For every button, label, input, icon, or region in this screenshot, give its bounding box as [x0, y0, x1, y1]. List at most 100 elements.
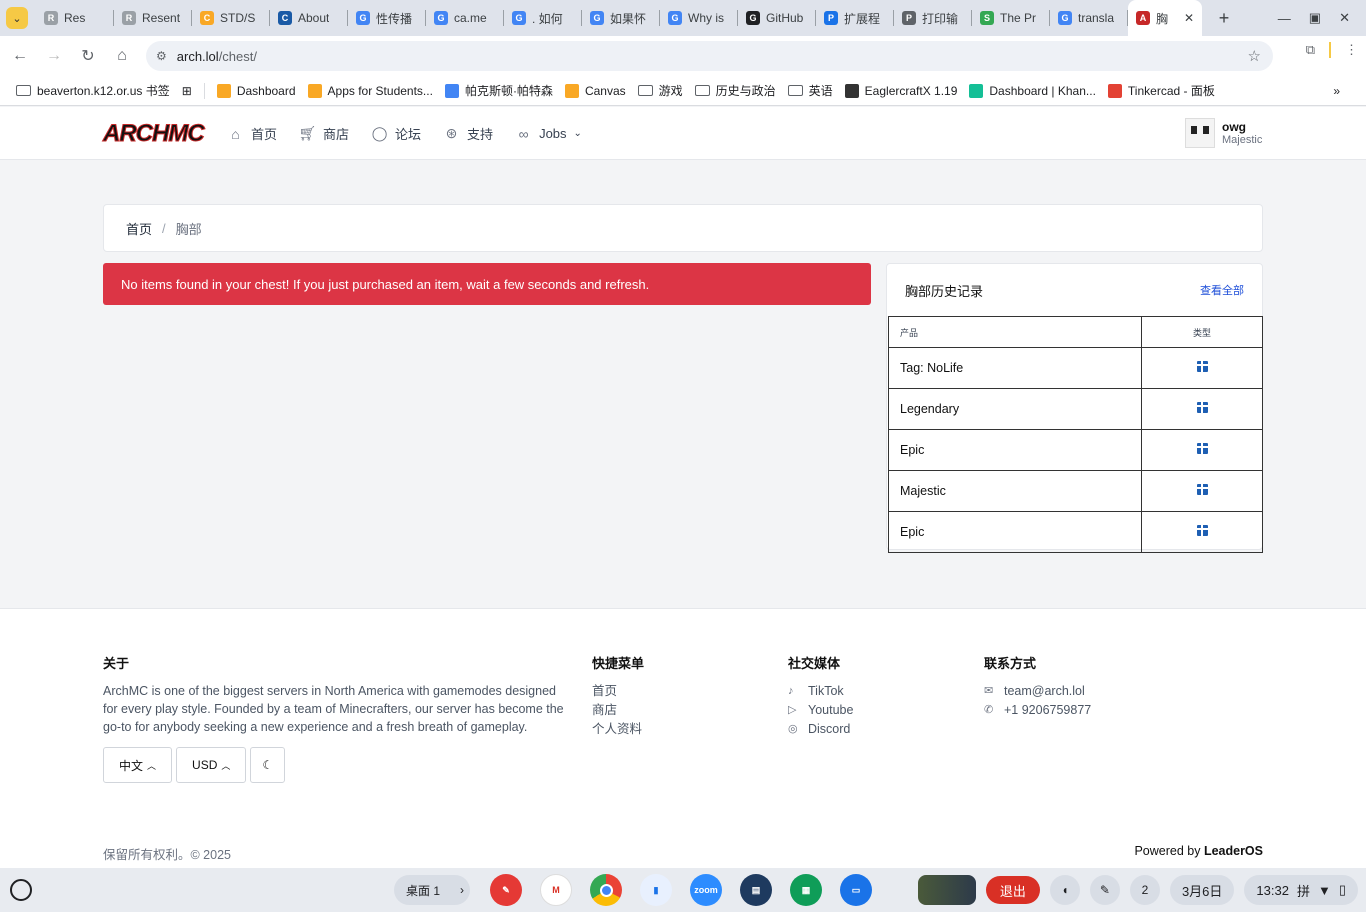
breadcrumb-home[interactable]: 首页: [126, 219, 152, 238]
gift-icon: [1196, 402, 1208, 413]
zoom-app-icon[interactable]: zoom: [690, 874, 722, 906]
battery-icon: ▯: [1338, 882, 1346, 897]
bookmark-item[interactable]: Canvas: [564, 83, 626, 98]
forward-button[interactable]: →: [37, 39, 71, 73]
desk-switcher[interactable]: 桌面 1 ›: [394, 875, 470, 905]
apps-grid-icon[interactable]: ⊞: [182, 84, 192, 98]
browser-tab[interactable]: Gtransla: [1050, 0, 1128, 36]
chevron-up-icon: ︿: [221, 760, 231, 771]
back-button[interactable]: ←: [3, 39, 37, 73]
bookmark-item[interactable]: 英语: [787, 82, 833, 99]
nav-forum[interactable]: ◯ 论坛: [371, 124, 421, 143]
chest-history-card: 胸部历史记录 查看全部 产品 类型 Tag: NoLife Legendary Ep…: [886, 263, 1263, 553]
bookmark-item[interactable]: Apps for Students...: [307, 83, 433, 98]
currency-select-button[interactable]: USD ︿: [176, 747, 247, 783]
site-footer: 关于 ArchMC is one of the biggest servers …: [0, 608, 1366, 868]
browser-tab[interactable]: R Resent: [114, 0, 192, 36]
browser-tab[interactable]: R Res: [36, 0, 114, 36]
table-row: Majestic: [888, 470, 1263, 512]
quick-menu-heading: 快捷菜单: [592, 656, 645, 671]
maximize-icon[interactable]: ▣: [1309, 10, 1321, 26]
browser-tab[interactable]: Gca.me: [426, 0, 504, 36]
browser-tab[interactable]: G 如果怀: [582, 0, 660, 36]
bookmark-item[interactable]: 历史与政治: [694, 82, 776, 99]
footer-phone[interactable]: ✆ +1 9206759877: [984, 701, 1091, 719]
tab-favicon-icon: G: [1058, 11, 1072, 25]
chevron-right-icon: ›: [460, 883, 465, 897]
language-select-button[interactable]: 中文 ︿: [103, 747, 173, 783]
tab-search-chevron-icon[interactable]: ⌄: [6, 7, 28, 29]
footer-link-store[interactable]: 商店: [592, 701, 644, 719]
screen-thumbnail[interactable]: [917, 875, 976, 905]
tab-favicon-icon: G: [356, 11, 370, 25]
extensions-icon[interactable]: ⧉: [1306, 42, 1315, 58]
footer-link-home[interactable]: 首页: [592, 682, 644, 700]
site-info-icon[interactable]: ⚙: [156, 49, 167, 63]
launcher-icon[interactable]: [10, 879, 32, 901]
browser-tab[interactable]: A 胸 ✕: [1128, 0, 1202, 36]
bookmark-item[interactable]: Tinkercad - 面板: [1107, 82, 1215, 99]
browser-tab[interactable]: P 打印输: [894, 0, 972, 36]
volume-icon[interactable]: ◖: [1049, 875, 1080, 905]
system-status-pill[interactable]: 13:32 拼 ▼ ▯: [1244, 875, 1358, 905]
footer-link-youtube[interactable]: ▷ Youtube: [788, 701, 853, 719]
nav-support[interactable]: ⊛ 支持: [443, 124, 493, 143]
new-tab-button[interactable]: +: [1210, 4, 1238, 32]
tab-favicon-icon: G: [512, 11, 526, 25]
home-button[interactable]: ⌂: [105, 39, 139, 73]
bookmark-item[interactable]: 游戏: [637, 82, 683, 99]
minimize-icon[interactable]: —: [1278, 11, 1291, 26]
close-tab-icon[interactable]: ✕: [1184, 11, 1194, 25]
tab-title: GitHub: [766, 11, 804, 25]
browser-tab[interactable]: G 性传播: [348, 0, 426, 36]
nav-store[interactable]: 🛒︎ 商店: [299, 124, 349, 143]
menu-icon[interactable]: ⋮: [1345, 42, 1358, 58]
browser-tab[interactable]: S The Pr: [972, 0, 1050, 36]
files-app-icon[interactable]: ▭: [840, 874, 872, 906]
exit-button[interactable]: 退出: [985, 876, 1040, 904]
files-sync-app-icon[interactable]: ▮: [640, 874, 672, 906]
footer-email[interactable]: ✉ team@arch.lol: [984, 682, 1091, 700]
tab-strip: ⌄ R Res R Resent C STD/S C About G 性传播 Gca.me G. 如何…: [0, 0, 1366, 36]
avatar: [1185, 118, 1215, 148]
stylus-icon[interactable]: ✎: [1089, 875, 1120, 905]
bookmark-item[interactable]: Dashboard: [216, 83, 296, 98]
chrome-app-icon[interactable]: [590, 874, 622, 906]
bookmark-item[interactable]: 帕克斯顿·帕特森: [444, 82, 553, 99]
paint-app-icon[interactable]: ✎: [490, 874, 522, 906]
footer-link-discord[interactable]: ◎ Discord: [788, 720, 853, 738]
address-bar[interactable]: ⚙ arch.lol/chest/ ☆: [146, 41, 1273, 71]
more-bookmarks-icon[interactable]: »: [1333, 84, 1340, 98]
breadcrumb-separator: /: [162, 220, 166, 236]
tab-favicon-icon: C: [278, 11, 292, 25]
classroom-app-icon[interactable]: ▦: [790, 874, 822, 906]
url-text[interactable]: arch.lol/chest/: [177, 49, 257, 64]
browser-tab[interactable]: G . 如何: [504, 0, 582, 36]
leaderos-link[interactable]: LeaderOS: [1204, 844, 1263, 858]
terminal-app-icon[interactable]: ▤: [740, 874, 772, 906]
bookmark-star-icon[interactable]: ☆: [1248, 47, 1261, 65]
reload-button[interactable]: ↻: [71, 39, 105, 73]
bookmark-item[interactable]: beaverton.k12.or.us 书签: [16, 82, 170, 99]
browser-tab[interactable]: P 扩展程: [816, 0, 894, 36]
view-all-link[interactable]: 查看全部: [1200, 282, 1244, 298]
browser-tab[interactable]: G GitHub: [738, 0, 816, 36]
date-pill[interactable]: 3月6日: [1169, 875, 1235, 905]
breadcrumb: 首页 / 胸部: [103, 204, 1263, 252]
archmc-logo[interactable]: ARCHMC: [103, 120, 206, 148]
browser-tab[interactable]: G Why is: [660, 0, 738, 36]
close-window-icon[interactable]: ✕: [1339, 10, 1350, 26]
bookmark-item[interactable]: EaglercraftX 1.19: [844, 83, 957, 98]
browser-tab[interactable]: C STD/S: [192, 0, 270, 36]
browser-tab[interactable]: C About: [270, 0, 348, 36]
notification-count[interactable]: 2: [1129, 875, 1160, 905]
bookmark-item[interactable]: Dashboard | Khan...: [969, 83, 1096, 98]
nav-jobs[interactable]: ∞ Jobs ⌄: [515, 124, 582, 143]
footer-link-profile[interactable]: 个人资料: [592, 720, 644, 738]
dark-mode-toggle[interactable]: ☾: [250, 747, 286, 783]
social-heading: 社交媒体: [788, 656, 841, 671]
footer-link-tiktok[interactable]: ♪ TikTok: [788, 682, 853, 700]
nav-home[interactable]: ⌂ 首页: [227, 124, 277, 143]
gmail-app-icon[interactable]: M: [540, 874, 572, 906]
user-menu[interactable]: owg Majestic: [1185, 118, 1262, 148]
